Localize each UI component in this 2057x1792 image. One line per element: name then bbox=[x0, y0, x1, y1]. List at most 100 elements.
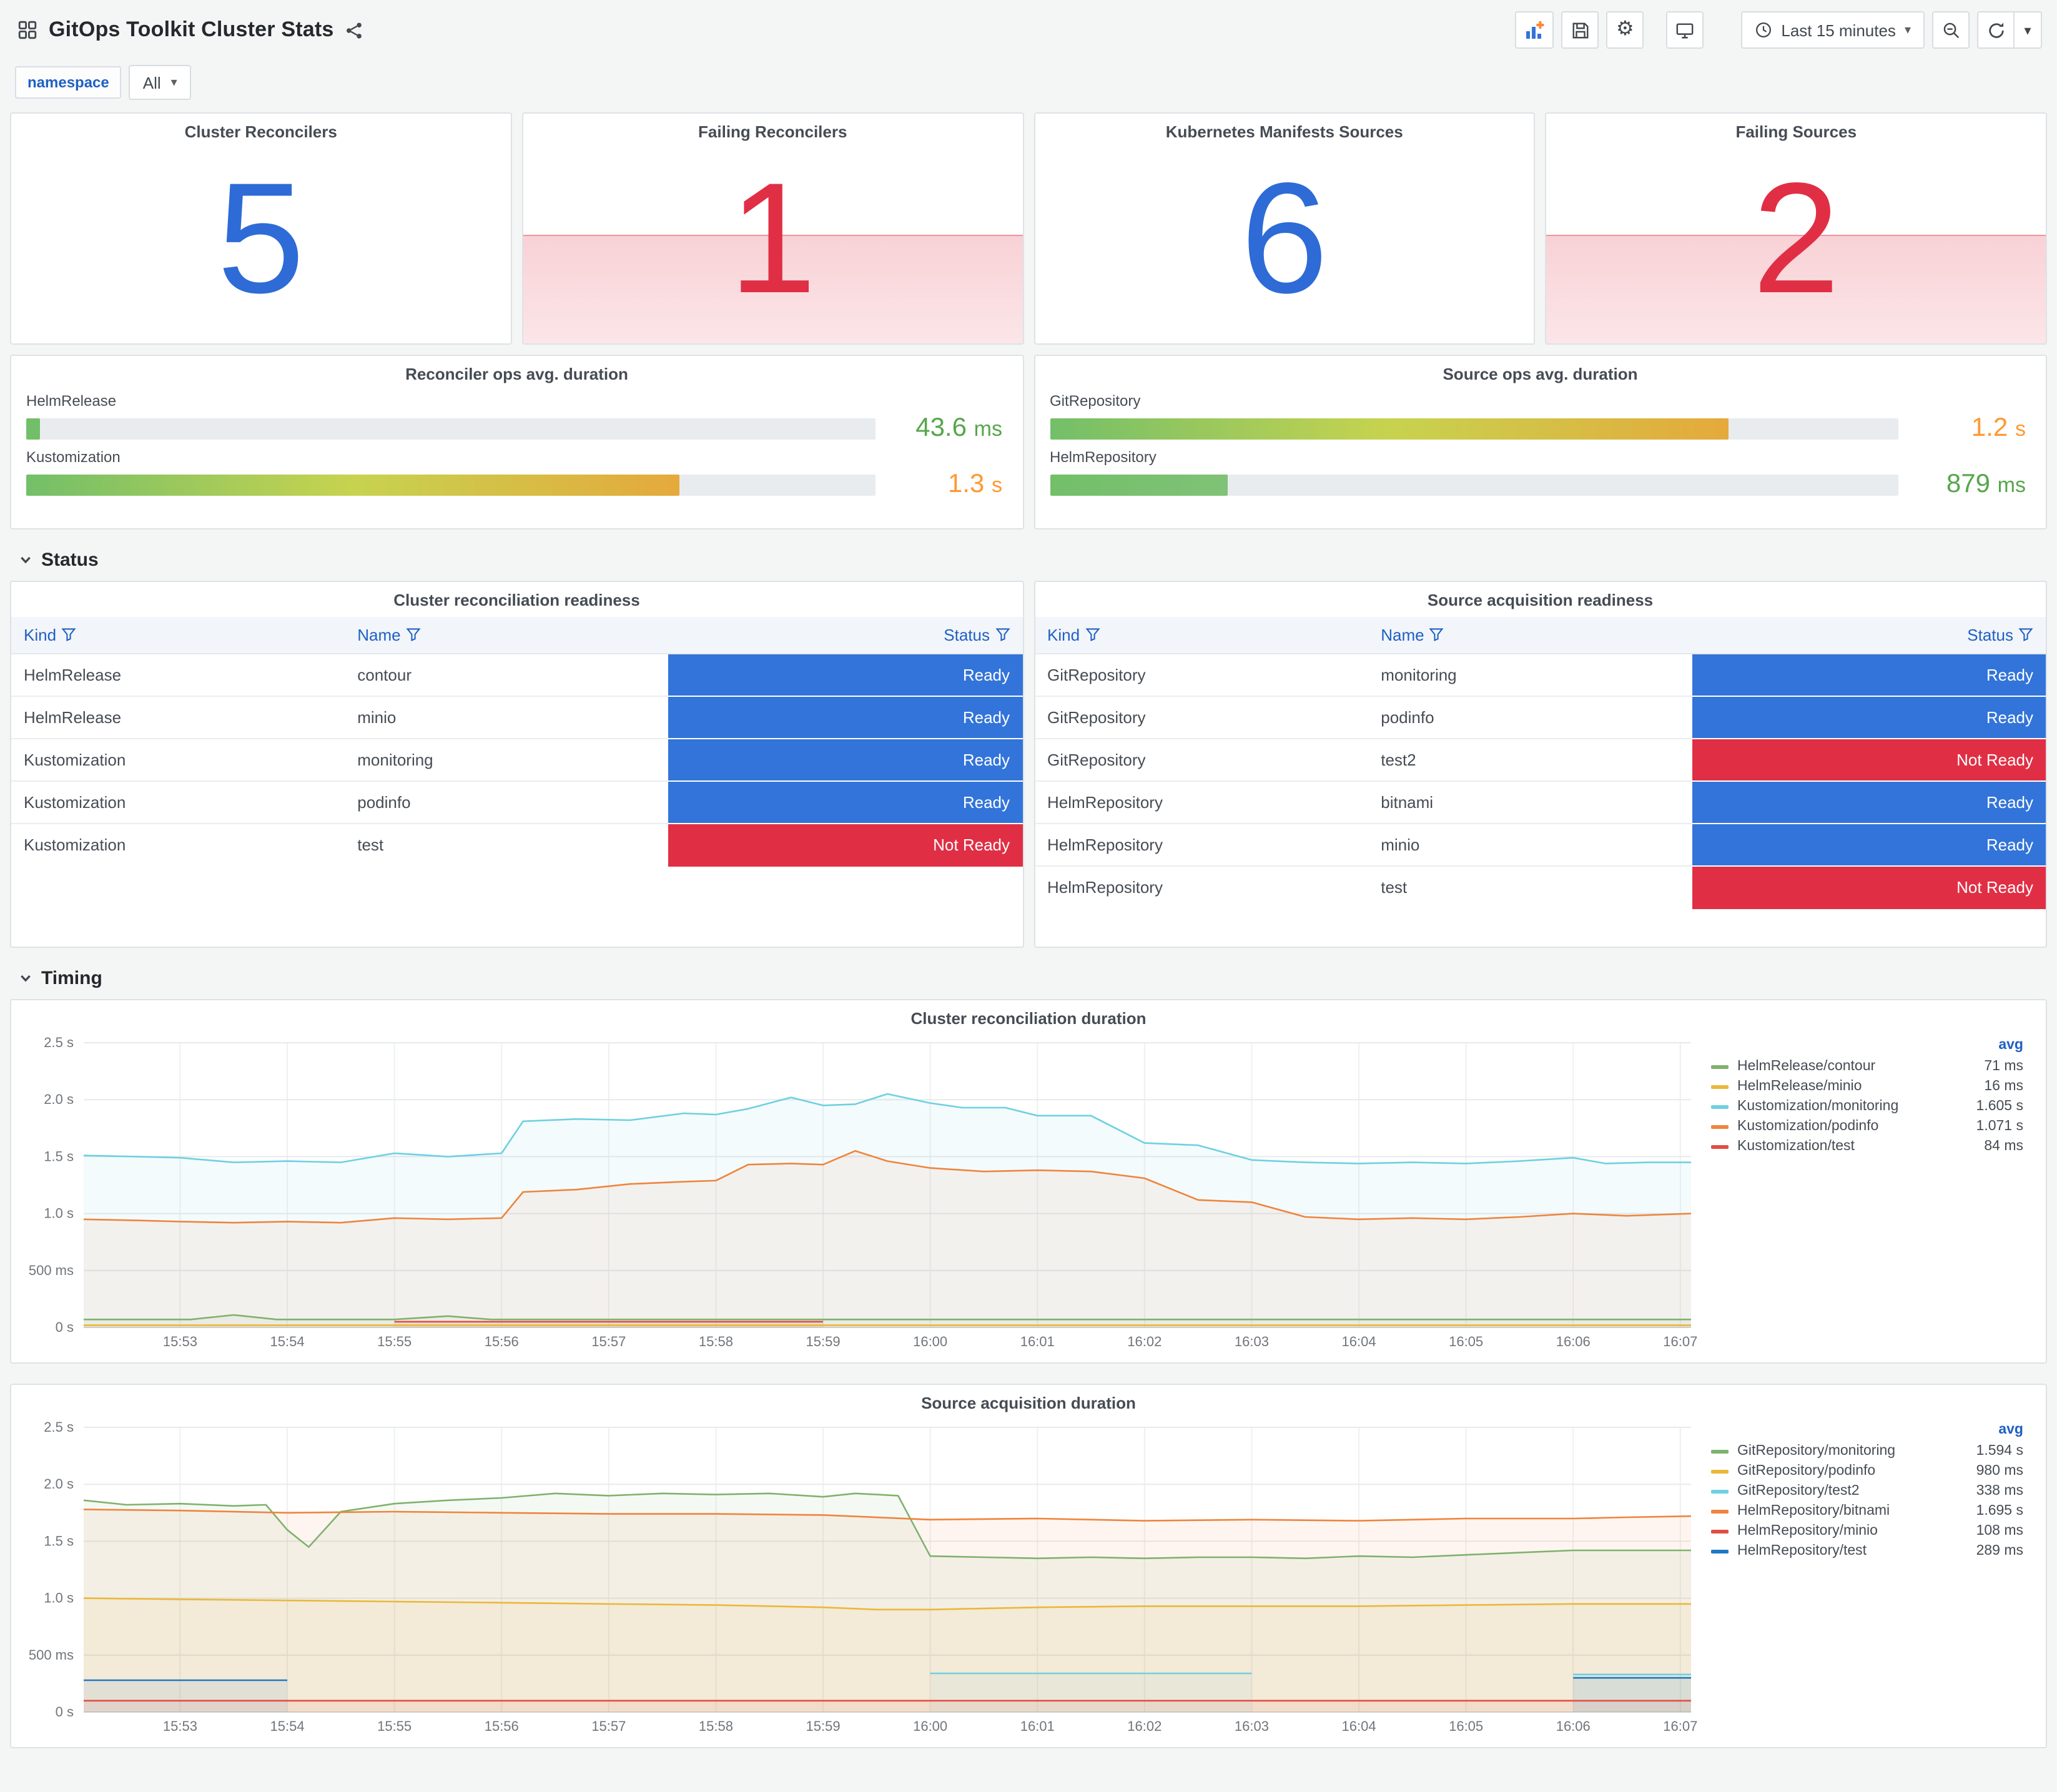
status-cell: Ready bbox=[1692, 653, 2046, 696]
name-cell: podinfo bbox=[1368, 696, 1692, 739]
series-name: GitRepository/test2 bbox=[1737, 1484, 1860, 1499]
filter-icon[interactable] bbox=[2018, 627, 2033, 642]
filter-icon[interactable] bbox=[995, 627, 1010, 642]
time-series-plot[interactable]: 15:53 15:54 15:55 15:56 15:57 15:58 15:59 16:00… bbox=[14, 1033, 1704, 1355]
panel-cluster-reconciliation-readiness: Cluster reconciliation readiness Kind Na… bbox=[10, 581, 1024, 948]
series-color-swatch bbox=[1711, 1489, 1729, 1493]
status-cell: Not Ready bbox=[1692, 738, 2046, 781]
legend-item[interactable]: GitRepository/podinfo 980 ms bbox=[1711, 1461, 2026, 1481]
stat-value: 1 bbox=[729, 150, 817, 326]
series-avg-value: 84 ms bbox=[1984, 1139, 2023, 1154]
column-header-kind[interactable]: Kind bbox=[11, 617, 345, 654]
series-avg-value: 1.605 s bbox=[1976, 1099, 2023, 1114]
series-avg-value: 338 ms bbox=[1976, 1484, 2023, 1499]
bar-gauge-fill bbox=[26, 474, 680, 495]
name-cell: minio bbox=[345, 696, 669, 739]
series-color-swatch bbox=[1711, 1449, 1729, 1453]
svg-text:16:02: 16:02 bbox=[1127, 1334, 1162, 1349]
table-row: HelmRelease contour Ready bbox=[11, 653, 1022, 696]
svg-text:15:56: 15:56 bbox=[485, 1334, 519, 1349]
table-row: GitRepository test2 Not Ready bbox=[1035, 738, 2046, 781]
kind-cell: HelmRelease bbox=[11, 696, 345, 739]
svg-text:1.5 s: 1.5 s bbox=[44, 1148, 74, 1164]
share-icon[interactable] bbox=[345, 21, 363, 39]
panel-title: Cluster reconciliation readiness bbox=[393, 591, 640, 609]
filter-icon[interactable] bbox=[406, 627, 421, 642]
legend-item[interactable]: Kustomization/monitoring 1.605 s bbox=[1711, 1096, 2026, 1116]
svg-text:16:07: 16:07 bbox=[1663, 1334, 1697, 1349]
time-range-picker[interactable]: Last 15 minutes ▾ bbox=[1741, 11, 1925, 49]
legend-item[interactable]: HelmRepository/test 289 ms bbox=[1711, 1541, 2026, 1561]
status-cell: Not Ready bbox=[1692, 865, 2046, 908]
stat-panel-manifests-sources: Kubernetes Manifests Sources 6 bbox=[1033, 112, 1536, 345]
table-row: GitRepository monitoring Ready bbox=[1035, 653, 2046, 696]
legend-item[interactable]: Kustomization/test 84 ms bbox=[1711, 1136, 2026, 1156]
series-name: HelmRepository/test bbox=[1737, 1543, 1867, 1558]
refresh-interval-dropdown[interactable]: ▾ bbox=[2015, 11, 2042, 49]
cycle-view-button[interactable] bbox=[1666, 11, 1704, 49]
bar-gauge-fill bbox=[26, 418, 40, 439]
filter-icon[interactable] bbox=[1085, 627, 1100, 642]
svg-text:2.5 s: 2.5 s bbox=[44, 1035, 74, 1050]
save-dashboard-button[interactable] bbox=[1561, 11, 1599, 49]
refresh-icon bbox=[1988, 22, 2003, 37]
filter-icon[interactable] bbox=[1429, 627, 1444, 642]
time-series-plot[interactable]: 15:53 15:54 15:55 15:56 15:57 15:58 15:59 16:00… bbox=[14, 1417, 1704, 1740]
variable-selected-value: All bbox=[142, 73, 161, 92]
series-color-swatch bbox=[1711, 1125, 1729, 1128]
legend-item[interactable]: GitRepository/monitoring 1.594 s bbox=[1711, 1441, 2026, 1461]
series-avg-value: 108 ms bbox=[1976, 1524, 2023, 1538]
panel-reconciler-ops-duration: Reconciler ops avg. duration HelmRelease… bbox=[10, 355, 1024, 529]
svg-text:2.0 s: 2.0 s bbox=[44, 1091, 74, 1107]
variable-value-dropdown[interactable]: All ▾ bbox=[129, 65, 191, 100]
bar-gauge-label: GitRepository bbox=[1050, 392, 1141, 410]
series-name: HelmRepository/bitnami bbox=[1737, 1504, 1890, 1519]
column-header-name[interactable]: Name bbox=[345, 617, 669, 654]
dashboard-title: GitOps Toolkit Cluster Stats bbox=[49, 17, 334, 41]
legend-item[interactable]: HelmRepository/bitnami 1.695 s bbox=[1711, 1501, 2026, 1521]
column-header-status[interactable]: Status bbox=[1692, 617, 2046, 654]
series-name: HelmRelease/contour bbox=[1737, 1059, 1876, 1074]
svg-text:16:02: 16:02 bbox=[1127, 1718, 1162, 1734]
name-cell: contour bbox=[345, 653, 669, 696]
name-cell: test bbox=[345, 823, 669, 866]
panel-title: Cluster Reconcilers bbox=[184, 122, 337, 141]
status-cell: Ready bbox=[1692, 780, 2046, 824]
filter-icon[interactable] bbox=[61, 627, 76, 642]
dashboard-grid-icon bbox=[17, 20, 37, 40]
legend-item[interactable]: HelmRelease/contour 71 ms bbox=[1711, 1056, 2026, 1076]
column-header-kind[interactable]: Kind bbox=[1035, 617, 1369, 654]
legend-item[interactable]: GitRepository/test2 338 ms bbox=[1711, 1481, 2026, 1501]
legend-item[interactable]: HelmRepository/minio 108 ms bbox=[1711, 1521, 2026, 1541]
bar-gauge-fill bbox=[1050, 474, 1228, 495]
zoom-out-button[interactable] bbox=[1932, 11, 1970, 49]
legend-avg-header[interactable]: avg bbox=[1711, 1422, 2026, 1441]
section-header-status[interactable]: Status bbox=[0, 539, 2057, 581]
section-header-timing[interactable]: Timing bbox=[0, 958, 2057, 999]
series-color-swatch bbox=[1711, 1549, 1729, 1553]
add-panel-button[interactable] bbox=[1515, 11, 1554, 49]
dashboard-settings-button[interactable]: ⚙ bbox=[1606, 11, 1644, 49]
svg-text:15:57: 15:57 bbox=[591, 1718, 626, 1734]
status-cell: Ready bbox=[1692, 823, 2046, 866]
readiness-table: Kind Name Status HelmRelease contour Ready… bbox=[11, 617, 1022, 866]
legend-item[interactable]: Kustomization/podinfo 1.071 s bbox=[1711, 1116, 2026, 1136]
table-row: HelmRepository bitnami Ready bbox=[1035, 780, 2046, 824]
bar-gauge-label: HelmRelease bbox=[26, 392, 117, 410]
legend-item[interactable]: HelmRelease/minio 16 ms bbox=[1711, 1076, 2026, 1096]
series-name: Kustomization/test bbox=[1737, 1139, 1855, 1154]
column-header-status[interactable]: Status bbox=[668, 617, 1022, 654]
kind-cell: Kustomization bbox=[11, 738, 345, 781]
legend-avg-header[interactable]: avg bbox=[1711, 1038, 2026, 1056]
svg-text:15:58: 15:58 bbox=[699, 1334, 733, 1349]
panel-source-ops-duration: Source ops avg. duration GitRepository 1… bbox=[1033, 355, 2047, 529]
bar-gauge-row: GitRepository 1.2 s bbox=[1050, 392, 2026, 443]
bar-gauge-label: HelmRepository bbox=[1050, 448, 1157, 466]
refresh-button[interactable] bbox=[1977, 11, 2015, 49]
svg-text:500 ms: 500 ms bbox=[29, 1647, 74, 1663]
column-header-name[interactable]: Name bbox=[1368, 617, 1692, 654]
time-range-label: Last 15 minutes bbox=[1781, 21, 1896, 39]
svg-text:15:53: 15:53 bbox=[163, 1718, 197, 1734]
zoom-out-icon bbox=[1943, 22, 1959, 38]
chart-svg: 15:53 15:54 15:55 15:56 15:57 15:58 15:59 16:00… bbox=[29, 1035, 1698, 1349]
